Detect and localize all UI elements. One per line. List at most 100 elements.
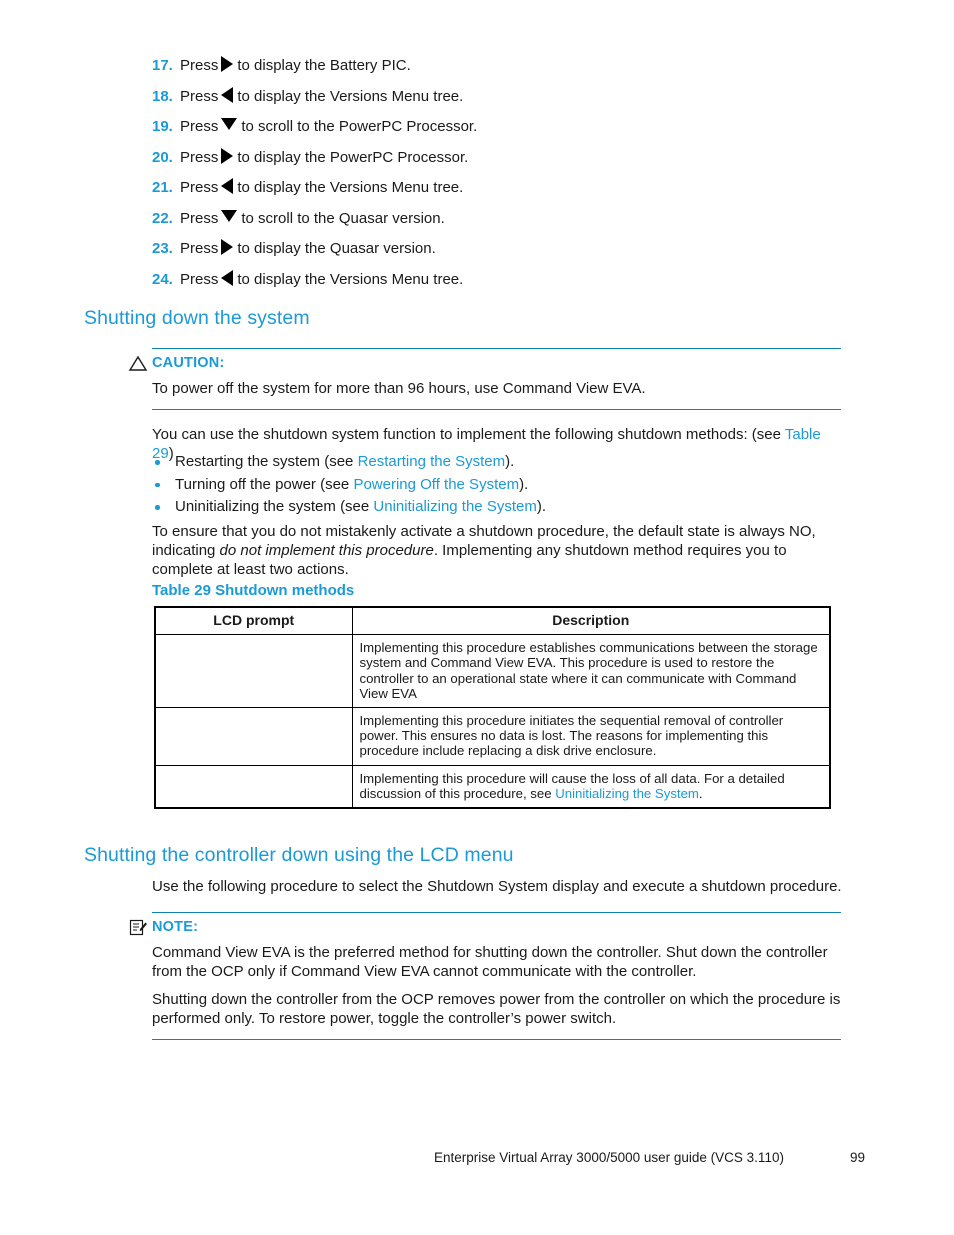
caution-header: CAUTION: [128,354,841,372]
step-text-before: Press [180,209,219,227]
step-text-before: Press [180,87,219,105]
step-text-after: to scroll to the Quasar version. [241,209,445,227]
step-text: Press to display the Battery PIC. [180,56,411,76]
step-text: Press to display the Quasar version. [180,239,436,259]
page-title-shutting-down-the-system: Shutting down the system [84,307,310,329]
cell-lcd-prompt [154,634,353,709]
list-item: Turning off the power (see Powering Off … [152,475,842,494]
step-number: 22. [152,209,173,227]
triangle-down-icon [221,118,238,130]
document-page: 17. Press to display the Battery PIC. 18.… [0,0,954,1235]
numbered-step-list: 17. Press to display the Battery PIC. 18.… [152,56,852,300]
step-text-before: Press [180,179,219,196]
paragraph-emphasis: do not implement this procedure [219,542,434,559]
column-header-description: Description [351,606,831,636]
bullet-tail: ). [536,498,546,515]
cell-lcd-prompt [154,707,353,766]
caution-rule-top [152,348,841,349]
footer-page-number: 99 [850,1150,866,1165]
list-item: 19. Press to scroll to the PowerPC Proces… [152,117,852,137]
caution-rule-bottom [152,409,841,410]
list-item: 18. Press to display the Versions Menu tr… [152,86,852,107]
caution-label: CAUTION: [152,355,225,371]
step-number: 19. [152,118,173,135]
step-text-after: to display the Versions Menu tree. [237,270,464,288]
intro-lead: You can use the shutdown system function… [152,426,785,443]
list-item: 17. Press to display the Battery PIC. [152,56,852,76]
triangle-down-icon [221,209,238,222]
footer-document-title: Enterprise Virtual Array 3000/5000 user … [434,1150,784,1165]
caution-block: CAUTION: To power off the system for mor… [128,348,841,410]
cell-description: Implementing this procedure establishes … [351,634,831,709]
caution-body: To power off the system for more than 96… [152,379,841,398]
restarting-the-system-link[interactable]: Restarting the System [358,453,506,470]
step-text: Press to display the PowerPC Processor. [180,147,469,168]
lcd-menu-intro: Use the following procedure to select th… [152,878,842,895]
list-item: 22. Press to scroll to the Quasar version… [152,209,852,229]
step-text-after: to display the PowerPC Processor. [237,148,469,166]
step-number: 23. [152,240,173,257]
note-header: NOTE: [129,918,841,936]
uninitializing-the-system-link[interactable]: Uninitializing the System [373,498,536,515]
triangle-left-icon [221,86,234,103]
step-text-before: Press [180,270,219,288]
default-state-paragraph: To ensure that you do not mistakenly act… [152,522,845,579]
list-item: 20. Press to display the PowerPC Processo… [152,147,852,168]
step-number: 17. [152,57,173,74]
step-text: Press to scroll to the Quasar version. [180,209,445,229]
table-caption: Table 29 Shutdown methods [152,582,355,599]
shutdown-methods-bullet-list: Restarting the system (see Restarting th… [152,452,842,520]
bullet-tail: ). [519,475,529,493]
note-paragraph-1: Command View EVA is the preferred method… [152,944,828,980]
warning-triangle-icon [128,354,148,372]
list-item: Restarting the system (see Restarting th… [152,452,842,471]
step-text-after: to display the Versions Menu tree. [237,179,464,196]
triangle-right-icon [221,239,234,255]
table-row: Implementing this procedure will cause t… [154,764,831,809]
bullet-tail: ). [505,453,515,470]
step-number: 21. [152,179,173,196]
shutdown-methods-table: LCD prompt Description Implementing this… [154,606,831,810]
bullet-lead: Uninitializing the system (see [175,498,374,515]
caution-text: To power off the system for more than 96… [152,380,646,397]
list-item: Uninitializing the system (see Uninitial… [152,497,842,516]
note-rule-bottom [152,1039,841,1040]
step-number: 20. [152,148,173,166]
triangle-right-icon [221,56,234,72]
list-item: 24. Press to display the Versions Menu tr… [152,269,852,290]
triangle-left-icon [221,178,234,194]
step-text-before: Press [180,118,219,135]
step-text: Press to display the Versions Menu tree. [180,86,464,107]
step-number: 18. [152,87,173,105]
cell-description-tail: . [698,785,703,801]
list-item: 23. Press to display the Quasar version. [152,239,852,259]
cell-description: Implementing this procedure initiates th… [351,707,831,766]
note-block: NOTE: Command View EVA is the preferred … [129,912,841,1040]
step-text-after: to display the Quasar version. [237,240,436,257]
cell-description: Implementing this procedure will cause t… [351,764,831,809]
step-text-after: to scroll to the PowerPC Processor. [241,118,478,135]
triangle-right-icon [221,147,234,164]
note-label: NOTE: [152,919,199,935]
step-text-before: Press [180,57,219,74]
step-text: Press to display the Versions Menu tree. [180,178,463,198]
list-item: 21. Press to display the Versions Menu tr… [152,178,852,198]
triangle-left-icon [221,269,234,286]
bullet-lead: Turning off the power (see [175,475,354,493]
note-paragraph-2: Shutting down the controller from the OC… [152,991,841,1027]
cell-description-text: Implementing this procedure establishes … [359,640,818,701]
cell-description-text: Implementing this procedure initiates th… [359,713,784,759]
uninitializing-the-system-link[interactable]: Uninitializing the System [555,786,699,801]
step-text-before: Press [180,240,219,257]
page-title-shutting-controller-down: Shutting the controller down using the L… [84,844,514,866]
step-text: Press to scroll to the PowerPC Processor. [180,117,477,137]
step-text-before: Press [180,148,219,166]
note-rule-top [152,912,841,913]
cell-lcd-prompt [154,764,353,809]
step-text: Press to display the Versions Menu tree. [180,269,464,290]
step-number: 24. [152,270,173,288]
powering-off-the-system-link[interactable]: Powering Off the System [353,476,519,493]
step-text-after: to display the Versions Menu tree. [237,87,464,105]
table-header-row: LCD prompt Description [154,606,831,636]
table-row: Implementing this procedure establishes … [154,634,831,709]
